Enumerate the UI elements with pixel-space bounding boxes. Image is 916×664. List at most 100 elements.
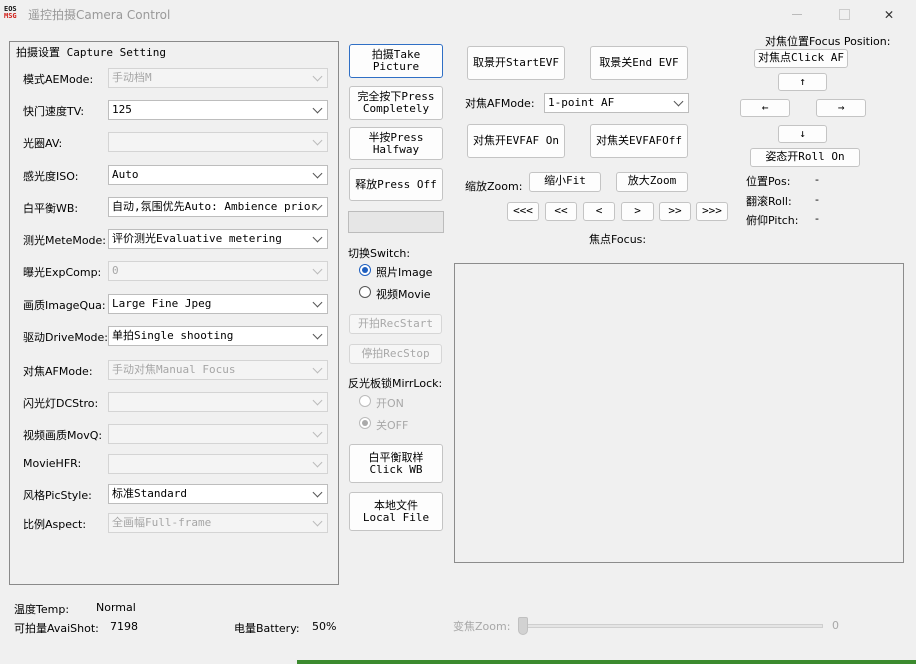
setting-select[interactable]: 评价测光Evaluative metering [108, 229, 328, 249]
rec-start-button[interactable]: 开拍RecStart [349, 314, 442, 334]
setting-select[interactable]: 125 [108, 100, 328, 120]
setting-label: 快门速度TV: [23, 105, 85, 118]
setting-select[interactable]: Large Fine Jpeg [108, 294, 328, 314]
setting-label: 光圈AV: [23, 137, 63, 150]
shots-label: 可拍量AvaiShot: [14, 622, 99, 635]
setting-value: 标准Standard [112, 487, 187, 500]
setting-select[interactable] [108, 454, 328, 474]
window-title: 遥控拍摄Camera Control [28, 8, 171, 22]
setting-select[interactable]: 标准Standard [108, 484, 328, 504]
mirror-lock-label: 反光板锁MirrLock: [348, 377, 443, 390]
chevron-down-icon [673, 96, 684, 107]
setting-value: 全画幅Full-frame [112, 516, 212, 529]
live-view-area[interactable] [454, 263, 904, 563]
rec-stop-button[interactable]: 停拍RecStop [349, 344, 442, 364]
close-button[interactable]: ✕ [866, 0, 912, 28]
press-completely-button[interactable]: 完全按下Press Completely [349, 86, 443, 120]
start-evf-button[interactable]: 取景开StartEVF [467, 46, 565, 80]
movie-radio[interactable] [359, 286, 371, 298]
capture-group-title: 拍摄设置 Capture Setting [16, 46, 166, 59]
pitch-label: 俯仰Pitch: [746, 214, 799, 227]
setting-label: 曝光ExpComp: [23, 266, 102, 279]
take-picture-button[interactable]: 拍摄Take Picture [349, 44, 443, 78]
setting-label: MovieHFR: [23, 457, 82, 470]
setting-select[interactable]: 单拍Single shooting [108, 326, 328, 346]
chevron-down-icon [312, 516, 323, 527]
setting-value: 手动档M [112, 71, 152, 84]
pos-label: 位置Pos: [746, 175, 791, 188]
nav-left-1-button[interactable]: < [583, 202, 615, 221]
af-mode-select[interactable]: 1-point AF [544, 93, 689, 113]
arrow-left-icon: ← [761, 101, 769, 114]
setting-value: Auto [112, 168, 139, 181]
zoom-in-button[interactable]: 放大Zoom [616, 172, 688, 192]
setting-select[interactable]: 自动,氛围优先Auto: Ambience prior [108, 197, 328, 217]
temp-label: 温度Temp: [14, 603, 70, 616]
setting-select[interactable]: 全画幅Full-frame [108, 513, 328, 533]
image-radio[interactable] [359, 264, 371, 276]
roll-on-button[interactable]: 姿态开Roll On [750, 148, 860, 167]
mirror-on-radio[interactable] [359, 395, 371, 407]
setting-label: 驱动DriveMode: [23, 331, 109, 344]
roll-label: 翻滚Roll: [746, 195, 792, 208]
focus-label: 焦点Focus: [589, 233, 647, 246]
move-left-button[interactable]: ← [740, 99, 790, 117]
zoom-slider-label: 变焦Zoom: [453, 620, 511, 633]
press-off-button[interactable]: 释放Press Off [349, 168, 443, 201]
chevron-down-icon [312, 395, 323, 406]
chevron-down-icon [312, 487, 323, 498]
setting-select[interactable]: 手动档M [108, 68, 328, 88]
zoom-slider-thumb[interactable] [518, 617, 528, 635]
mirror-on-label: 开ON [376, 397, 404, 410]
nav-right-3-button[interactable]: >>> [696, 202, 728, 221]
chevron-down-icon [312, 71, 323, 82]
setting-select[interactable]: Auto [108, 165, 328, 185]
image-radio-label: 照片Image [376, 266, 433, 279]
setting-value: Large Fine Jpeg [112, 297, 212, 310]
click-wb-button[interactable]: 白平衡取样 Click WB [349, 444, 443, 483]
click-af-button[interactable]: 对焦点Click AF [754, 49, 848, 68]
setting-label: 模式AEMode: [23, 73, 94, 86]
setting-select[interactable]: 手动对焦Manual Focus [108, 360, 328, 380]
evf-af-off-button[interactable]: 对焦关EVFAFOff [590, 124, 688, 158]
nav-right-2-button[interactable]: >> [659, 202, 691, 221]
minimize-button[interactable] [774, 0, 820, 28]
nav-right-1-button[interactable]: > [621, 202, 654, 221]
move-right-button[interactable]: → [816, 99, 866, 117]
zoom-slider-value: 0 [832, 619, 839, 632]
mirror-off-label: 关OFF [376, 419, 409, 432]
setting-label: 闪光灯DCStro: [23, 397, 99, 410]
setting-value: 评价测光Evaluative metering [112, 232, 282, 245]
setting-label: 测光MeteMode: [23, 234, 107, 247]
arrow-right-icon: → [837, 101, 845, 114]
mirror-off-radio[interactable] [359, 417, 371, 429]
local-file-button[interactable]: 本地文件 Local File [349, 492, 443, 531]
maximize-button[interactable] [821, 0, 867, 28]
setting-select[interactable]: 0 [108, 261, 328, 281]
move-down-button[interactable]: ↓ [778, 125, 827, 143]
chevron-down-icon [312, 103, 323, 114]
press-halfway-button[interactable]: 半按Press Halfway [349, 127, 443, 160]
zoom-fit-button[interactable]: 缩小Fit [529, 172, 601, 192]
setting-label: 风格PicStyle: [23, 489, 92, 502]
focus-position-title: 对焦位置Focus Position: [765, 35, 891, 48]
chevron-down-icon [312, 232, 323, 243]
zoom-slider-track[interactable] [521, 624, 823, 628]
chevron-down-icon [312, 135, 323, 146]
setting-select[interactable] [108, 424, 328, 444]
temp-value: Normal [96, 601, 136, 614]
switch-label: 切换Switch: [348, 247, 411, 260]
setting-label: 感光度ISO: [23, 170, 79, 183]
evf-af-on-button[interactable]: 对焦开EVFAF On [467, 124, 565, 158]
chevron-down-icon [312, 329, 323, 340]
chevron-down-icon [312, 297, 323, 308]
nav-left-2-button[interactable]: << [545, 202, 577, 221]
setting-select[interactable] [108, 392, 328, 412]
setting-select[interactable] [108, 132, 328, 152]
setting-value: 自动,氛围优先Auto: Ambience prior [112, 200, 318, 213]
move-up-button[interactable]: ↑ [778, 73, 827, 91]
end-evf-button[interactable]: 取景关End EVF [590, 46, 688, 80]
setting-value: 0 [112, 264, 119, 277]
arrow-up-icon: ↑ [799, 75, 806, 88]
nav-left-3-button[interactable]: <<< [507, 202, 539, 221]
